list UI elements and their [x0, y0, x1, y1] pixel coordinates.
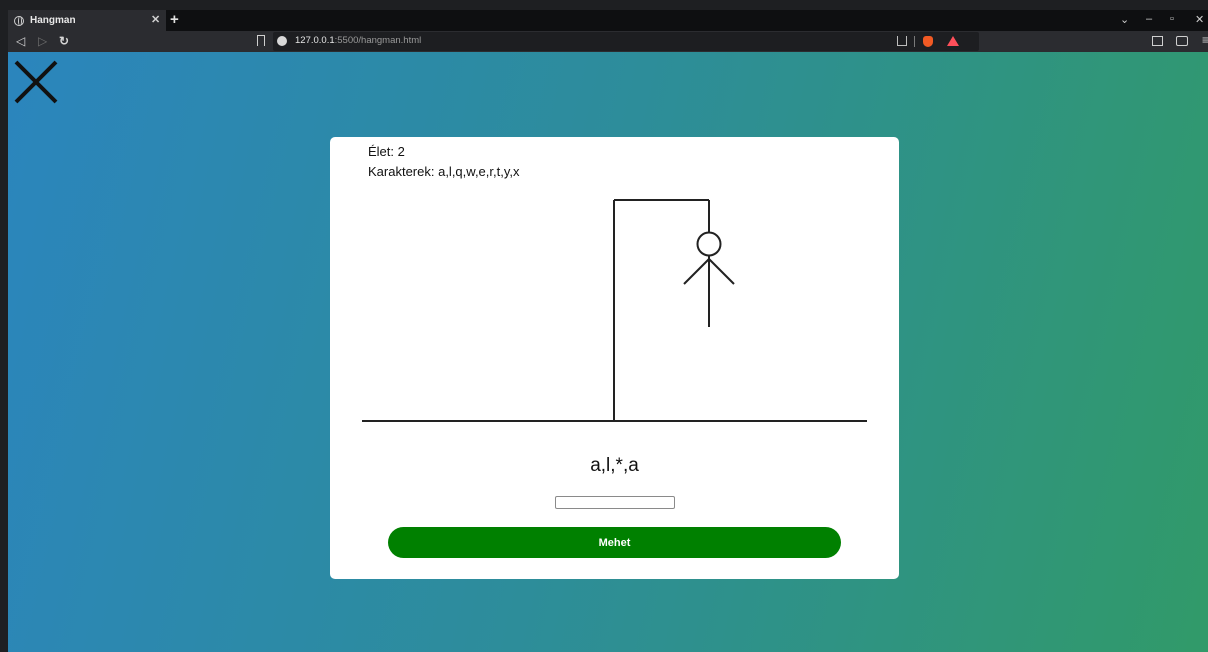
- lives-label: Élet: 2: [368, 144, 405, 159]
- hangman-left-arm: [683, 258, 710, 285]
- game-card: Élet: 2 Karakterek: a,l,q,w,e,r,t,y,x a,…: [330, 137, 899, 579]
- brave-rewards-icon[interactable]: [947, 36, 959, 46]
- reload-icon[interactable]: ↻: [59, 34, 69, 48]
- back-icon[interactable]: ◁: [16, 34, 25, 48]
- close-icon[interactable]: [12, 58, 60, 106]
- browser-toolbar: ◁ ▷ ↻ 127.0.0.1:5500/hangman.html ≡: [8, 31, 1208, 52]
- guess-input[interactable]: [555, 496, 675, 509]
- brave-shields-icon[interactable]: [923, 36, 933, 47]
- hangman-head: [696, 231, 722, 257]
- url-text: 127.0.0.1:5500/hangman.html: [295, 35, 422, 46]
- close-window-icon[interactable]: ✕: [1195, 13, 1204, 26]
- wallet-icon[interactable]: [1176, 36, 1188, 46]
- tab-close-icon[interactable]: ✕: [151, 13, 160, 26]
- minimize-icon[interactable]: –: [1146, 13, 1152, 25]
- masked-word: a,l,*,a: [590, 455, 639, 476]
- submit-guess-button[interactable]: Mehet: [388, 527, 841, 558]
- divider: [914, 36, 915, 47]
- guessed-characters-label: Karakterek: a,l,q,w,e,r,t,y,x: [368, 164, 520, 179]
- globe-icon: [14, 15, 24, 26]
- sidebar-icon[interactable]: [1152, 36, 1163, 46]
- address-bar[interactable]: 127.0.0.1:5500/hangman.html: [273, 32, 979, 51]
- page-viewport: Élet: 2 Karakterek: a,l,q,w,e,r,t,y,x a,…: [8, 52, 1208, 652]
- new-tab-icon[interactable]: +: [170, 11, 179, 28]
- bookmark-icon[interactable]: [257, 35, 265, 46]
- tab-bar: Hangman ✕ + ⌄ – ▫ ✕: [8, 10, 1208, 31]
- forward-icon[interactable]: ▷: [38, 34, 47, 48]
- tab-search-icon[interactable]: ⌄: [1120, 13, 1129, 26]
- restore-icon[interactable]: ▫: [1170, 13, 1174, 25]
- share-icon[interactable]: [897, 36, 907, 46]
- tab-title: Hangman: [30, 15, 76, 26]
- hangman-drawing: [362, 199, 867, 422]
- browser-tab[interactable]: Hangman ✕: [8, 10, 166, 31]
- site-info-icon[interactable]: [277, 36, 287, 46]
- menu-icon[interactable]: ≡: [1202, 33, 1208, 47]
- hangman-right-arm: [708, 258, 735, 285]
